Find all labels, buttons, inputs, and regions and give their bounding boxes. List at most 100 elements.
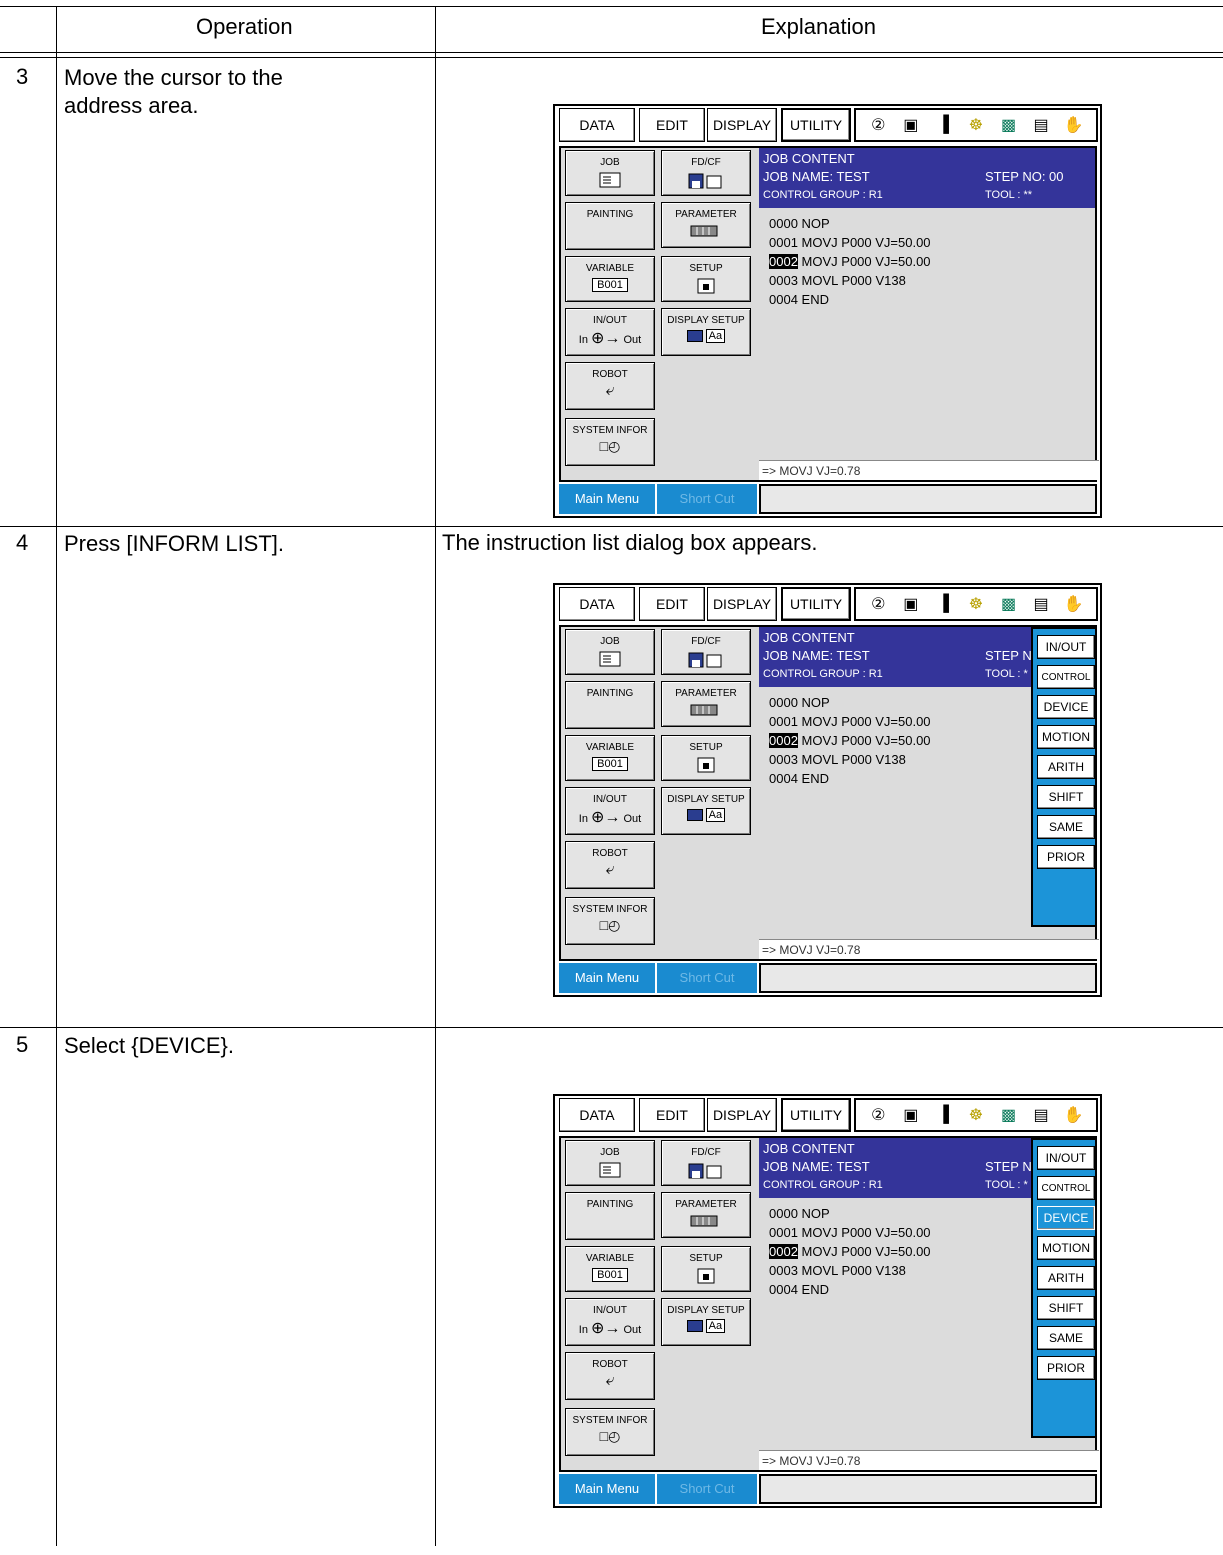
- toolbar-data-button[interactable]: DATA: [559, 587, 635, 621]
- menu-parameter-button[interactable]: PARAMETER: [661, 1192, 751, 1238]
- inst-arith-button[interactable]: ARITH: [1037, 755, 1095, 779]
- short-cut-button[interactable]: Short Cut: [657, 963, 757, 993]
- menu-job-button[interactable]: JOB: [565, 150, 655, 196]
- pendant-screen: DATA EDIT DISPLAY UTILITY ② ▣ ▐ ☸ ▩ ▤ ✋ …: [553, 1094, 1102, 1508]
- job-line[interactable]: 0001 MOVJ P000 VJ=50.00: [769, 1223, 931, 1242]
- toolbar-edit-button[interactable]: EDIT: [639, 1098, 705, 1132]
- menu-variable-button[interactable]: VARIABLE B001: [565, 256, 655, 302]
- key-icon: ☸: [968, 596, 984, 613]
- menu-setup-button[interactable]: SETUP: [661, 735, 751, 781]
- main-menu-button[interactable]: Main Menu: [559, 484, 655, 514]
- inst-device-button[interactable]: DEVICE: [1037, 695, 1095, 719]
- toolbar-data-button[interactable]: DATA: [559, 108, 635, 142]
- toolbar-edit-button[interactable]: EDIT: [639, 108, 705, 142]
- inst-inout-button[interactable]: IN/OUT: [1037, 635, 1095, 659]
- menu-system-info-button[interactable]: SYSTEM INFOR □◴: [565, 897, 655, 945]
- display-icon: ▩: [1000, 1107, 1017, 1124]
- menu-variable-button[interactable]: VARIABLE B001: [565, 1246, 655, 1292]
- menu-job-button[interactable]: JOB: [565, 629, 655, 675]
- menu-fdcf-button[interactable]: FD/CF: [661, 1140, 751, 1186]
- job-line[interactable]: 0002 MOVJ P000 VJ=50.00: [769, 1242, 931, 1261]
- step-number: 3: [16, 64, 29, 89]
- menu-display-setup-button[interactable]: DISPLAY SETUP Aa: [661, 308, 751, 356]
- toolbar-display-button[interactable]: DISPLAY: [707, 587, 777, 621]
- menu-painting-button[interactable]: PAINTING: [565, 202, 655, 250]
- job-line[interactable]: 0003 MOVL P000 V138: [769, 271, 931, 290]
- menu-inout-button[interactable]: IN/OUT In ⊕→ Out: [565, 787, 655, 835]
- job-line[interactable]: 0002 MOVJ P000 VJ=50.00: [769, 731, 931, 750]
- cursor-icon: ▤: [1033, 1107, 1049, 1124]
- menu-system-info-button[interactable]: SYSTEM INFOR □◴: [565, 418, 655, 466]
- toolbar-utility-button[interactable]: UTILITY: [781, 587, 851, 621]
- inst-same-button[interactable]: SAME: [1037, 1326, 1095, 1350]
- job-lines[interactable]: 0000 NOP 0001 MOVJ P000 VJ=50.00 0002 MO…: [769, 1204, 931, 1299]
- job-line[interactable]: 0002 MOVJ P000 VJ=50.00: [769, 252, 931, 271]
- menu-setup-button[interactable]: SETUP: [661, 1246, 751, 1292]
- job-line[interactable]: 0004 END: [769, 1280, 931, 1299]
- menu-parameter-button[interactable]: PARAMETER: [661, 681, 751, 727]
- inst-prior-button[interactable]: PRIOR: [1037, 1356, 1095, 1380]
- toolbar-edit-button[interactable]: EDIT: [639, 587, 705, 621]
- short-cut-button[interactable]: Short Cut: [657, 484, 757, 514]
- toolbar-data-button[interactable]: DATA: [559, 1098, 635, 1132]
- command-line[interactable]: => MOVJ VJ=0.78: [759, 460, 1099, 480]
- job-line[interactable]: 0000 NOP: [769, 693, 931, 712]
- inst-prior-button[interactable]: PRIOR: [1037, 845, 1095, 869]
- menu-display-setup-button[interactable]: DISPLAY SETUP Aa: [661, 787, 751, 835]
- toolbar-utility-button[interactable]: UTILITY: [781, 108, 851, 142]
- menu-robot-button[interactable]: ROBOT ⤶: [565, 1352, 655, 1400]
- inst-control-button[interactable]: CONTROL: [1037, 665, 1095, 689]
- row-divider: [0, 1027, 1223, 1028]
- address-cursor[interactable]: 0002: [769, 254, 798, 269]
- toolbar-display-button[interactable]: DISPLAY: [707, 108, 777, 142]
- inst-shift-button[interactable]: SHIFT: [1037, 785, 1095, 809]
- command-line[interactable]: => MOVJ VJ=0.78: [759, 1450, 1099, 1470]
- menu-setup-button[interactable]: SETUP: [661, 256, 751, 302]
- parameter-icon: [690, 1215, 718, 1227]
- toolbar-display-button[interactable]: DISPLAY: [707, 1098, 777, 1132]
- menu-inout-button[interactable]: IN/OUT In ⊕→ Out: [565, 308, 655, 356]
- job-line[interactable]: 0004 END: [769, 769, 931, 788]
- main-menu-button[interactable]: Main Menu: [559, 963, 655, 993]
- menu-display-setup-button[interactable]: DISPLAY SETUP Aa: [661, 1298, 751, 1346]
- job-line[interactable]: 0001 MOVJ P000 VJ=50.00: [769, 712, 931, 731]
- inst-motion-button[interactable]: MOTION: [1037, 1236, 1095, 1260]
- inst-shift-button[interactable]: SHIFT: [1037, 1296, 1095, 1320]
- address-cursor[interactable]: 0002: [769, 1244, 798, 1259]
- menu-fdcf-button[interactable]: FD/CF: [661, 150, 751, 196]
- job-line[interactable]: 0003 MOVL P000 V138: [769, 1261, 931, 1280]
- inst-motion-button[interactable]: MOTION: [1037, 725, 1095, 749]
- inst-device-button[interactable]: DEVICE: [1037, 1206, 1095, 1230]
- job-lines[interactable]: 0000 NOP 0001 MOVJ P000 VJ=50.00 0002 MO…: [769, 214, 931, 309]
- job-line[interactable]: 0000 NOP: [769, 1204, 931, 1223]
- menu-inout-button[interactable]: IN/OUT In ⊕→ Out: [565, 1298, 655, 1346]
- menu-system-info-button[interactable]: SYSTEM INFOR □◴: [565, 1408, 655, 1456]
- toolbar-utility-button[interactable]: UTILITY: [781, 1098, 851, 1132]
- menu-parameter-button[interactable]: PARAMETER: [661, 202, 751, 248]
- inst-control-button[interactable]: CONTROL: [1037, 1176, 1095, 1200]
- job-lines[interactable]: 0000 NOP 0001 MOVJ P000 VJ=50.00 0002 MO…: [769, 693, 931, 788]
- job-line[interactable]: 0000 NOP: [769, 214, 931, 233]
- inst-inout-button[interactable]: IN/OUT: [1037, 1146, 1095, 1170]
- job-line[interactable]: 0004 END: [769, 290, 931, 309]
- menu-painting-button[interactable]: PAINTING: [565, 681, 655, 729]
- inst-arith-button[interactable]: ARITH: [1037, 1266, 1095, 1290]
- short-cut-button[interactable]: Short Cut: [657, 1474, 757, 1504]
- job-line[interactable]: 0001 MOVJ P000 VJ=50.00: [769, 233, 931, 252]
- menu-painting-button[interactable]: PAINTING: [565, 1192, 655, 1240]
- menu-job-button[interactable]: JOB: [565, 1140, 655, 1186]
- command-line[interactable]: => MOVJ VJ=0.78: [759, 939, 1099, 959]
- menu-robot-button[interactable]: ROBOT ⤶: [565, 362, 655, 410]
- menu-robot-button[interactable]: ROBOT ⤶: [565, 841, 655, 889]
- bottom-bar: Main Menu Short Cut: [559, 1474, 1097, 1504]
- manual-speed-icon: ▐: [937, 1106, 950, 1123]
- menu-variable-button[interactable]: VARIABLE B001: [565, 735, 655, 781]
- menu-fdcf-button[interactable]: FD/CF: [661, 629, 751, 675]
- inst-same-button[interactable]: SAME: [1037, 815, 1095, 839]
- instruction-list-dialog: IN/OUT CONTROL DEVICE MOTION ARITH SHIFT…: [1031, 1138, 1097, 1438]
- job-line[interactable]: 0003 MOVL P000 V138: [769, 750, 931, 769]
- control-group: CONTROL GROUP : R1: [763, 1179, 883, 1191]
- main-menu-button[interactable]: Main Menu: [559, 1474, 655, 1504]
- address-cursor[interactable]: 0002: [769, 733, 798, 748]
- cursor-icon: ▤: [1033, 596, 1049, 613]
